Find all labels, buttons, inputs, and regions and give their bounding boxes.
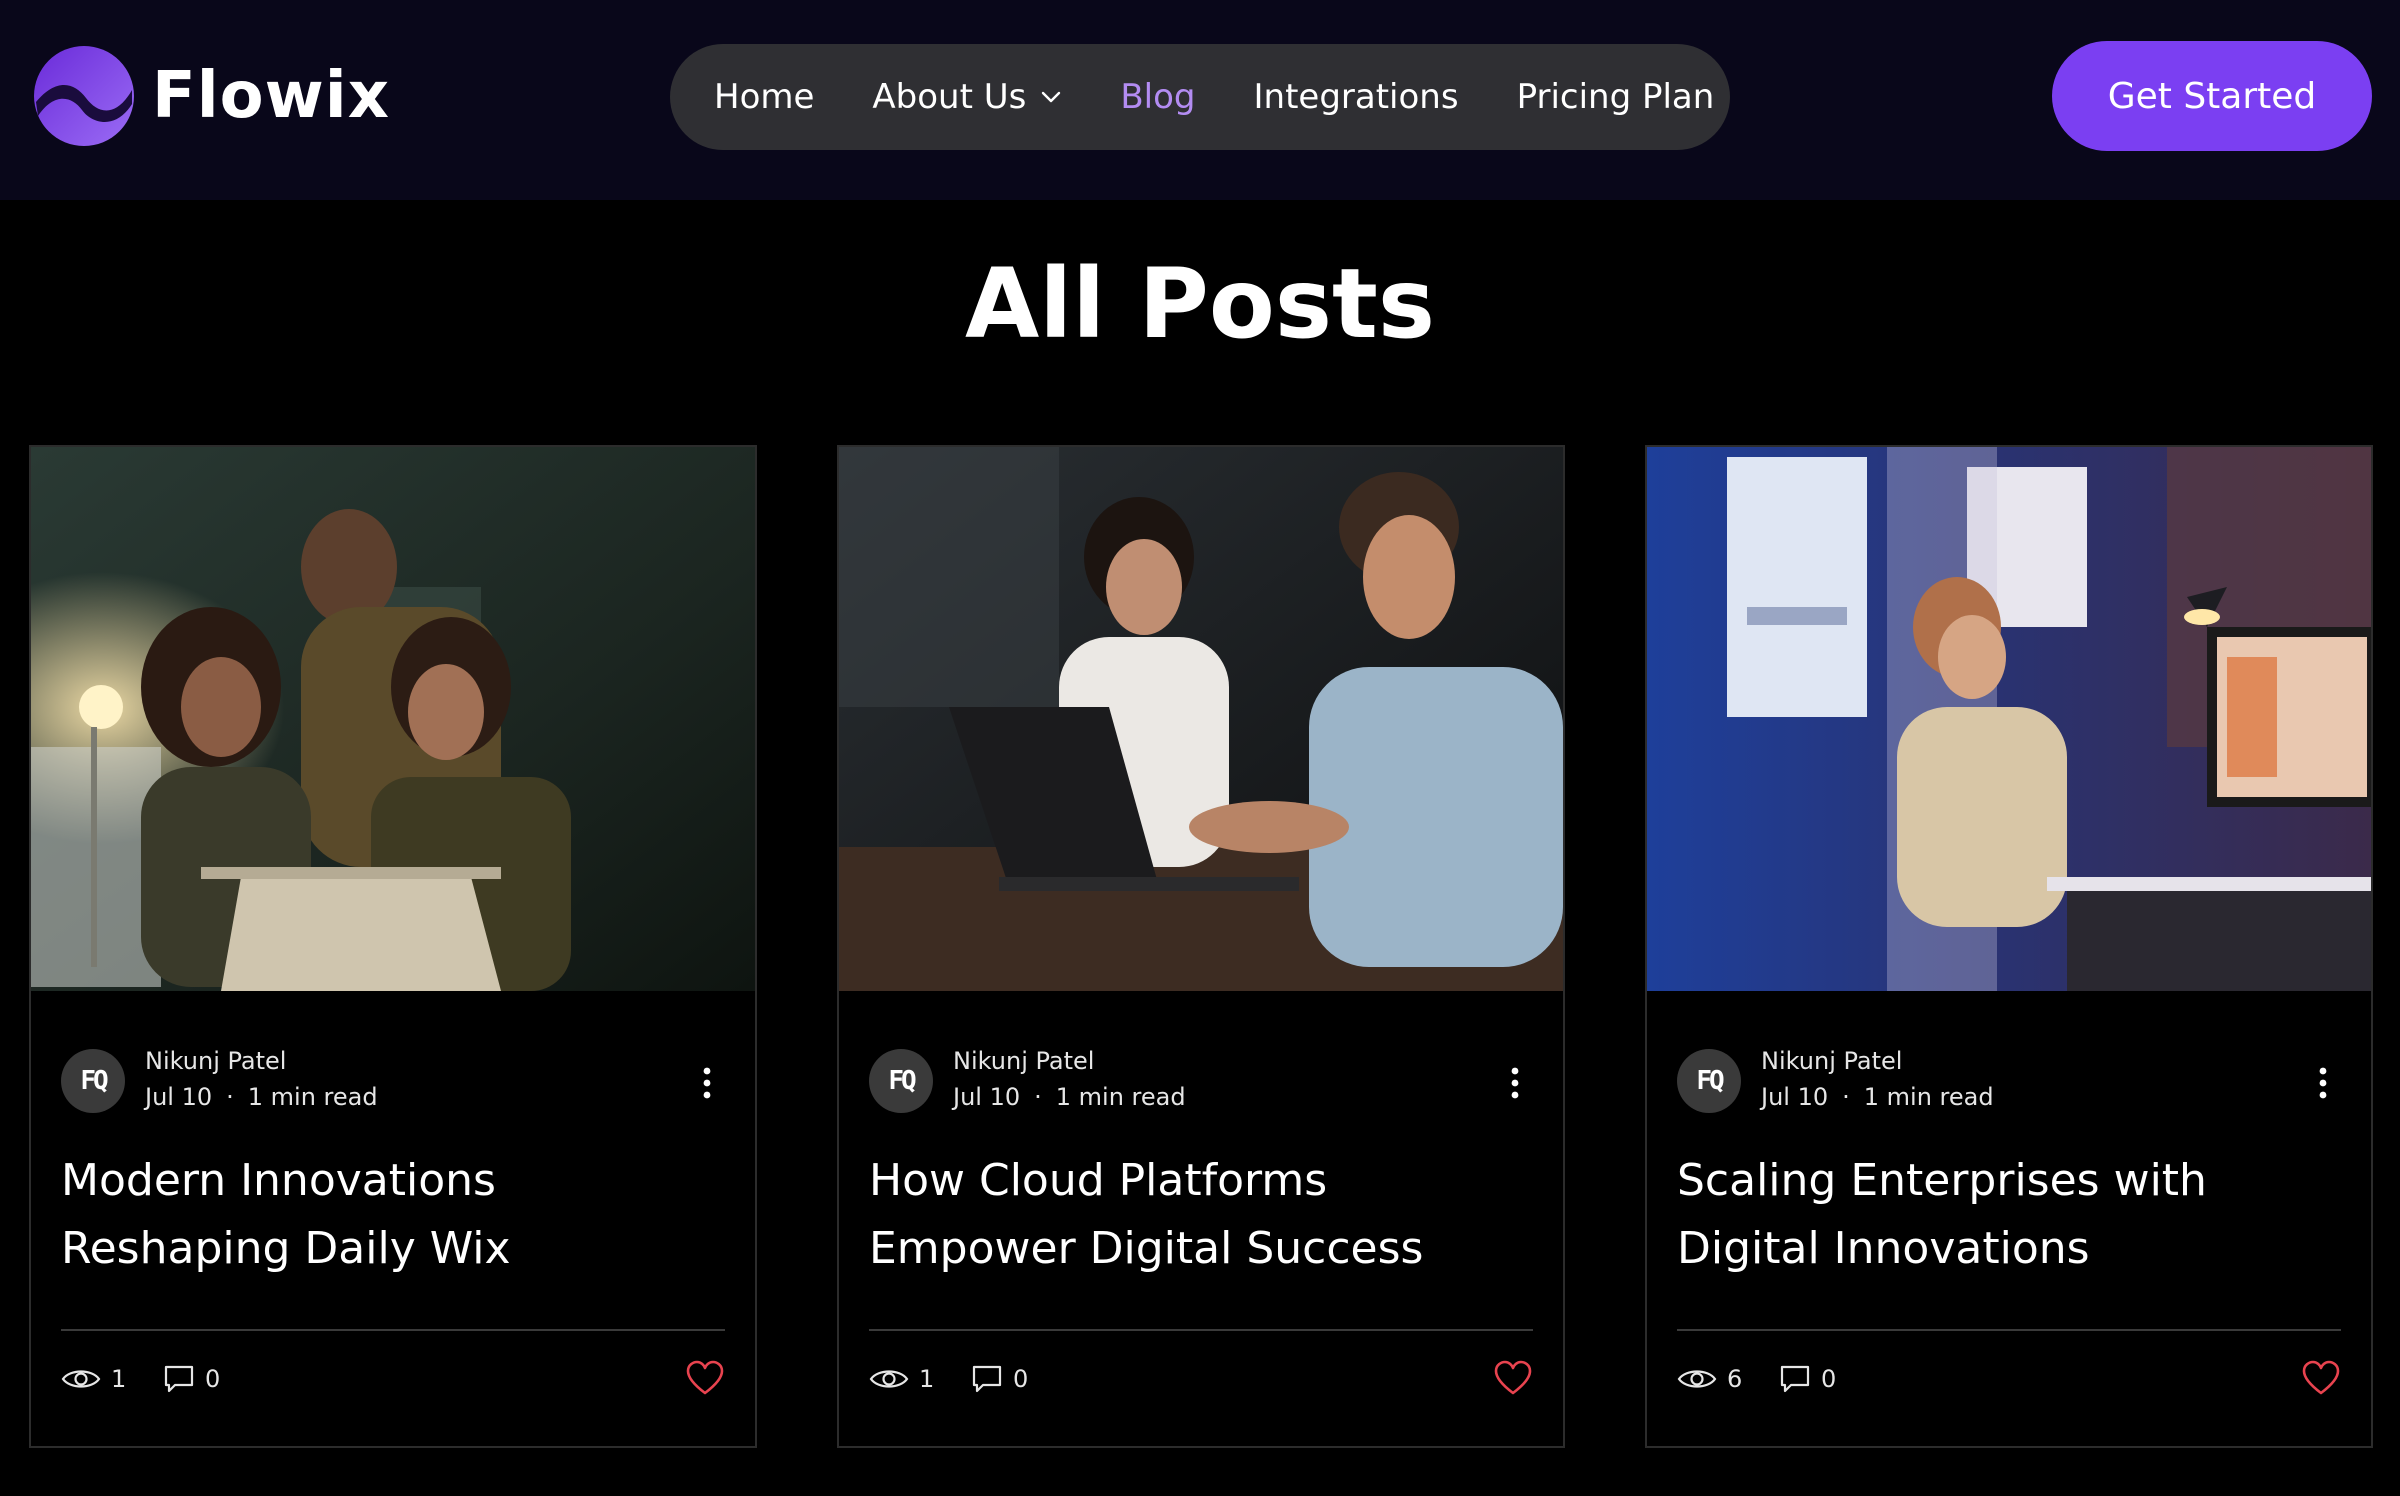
separator-dot-icon: · [1034, 1083, 1042, 1111]
nav-item-label: Home [714, 77, 815, 117]
views-count: 1 [919, 1365, 935, 1393]
post-meta: FQ Nikunj Patel Jul 10 · 1 min read [869, 1047, 1533, 1119]
author-name[interactable]: Nikunj Patel [953, 1047, 1094, 1075]
heart-icon[interactable] [2301, 1359, 2341, 1399]
divider [1677, 1329, 2341, 1331]
views-count: 1 [111, 1365, 127, 1393]
post-card[interactable]: FQ Nikunj Patel Jul 10 · 1 min read How Cl… [837, 445, 1565, 1448]
post-card[interactable]: FQ Nikunj Patel Jul 10 · 1 min read Scalin… [1645, 445, 2373, 1448]
comment-icon [972, 1365, 1002, 1393]
nav-item-label: Pricing Plan [1516, 77, 1715, 117]
brand-logo[interactable]: Flowix [30, 42, 390, 150]
post-cover-image[interactable] [839, 447, 1563, 991]
comment-icon [1780, 1365, 1810, 1393]
comments-count: 0 [1821, 1365, 1837, 1393]
nav-item-label: Integrations [1253, 77, 1459, 117]
nav-item-label: About Us [872, 77, 1027, 117]
author-name[interactable]: Nikunj Patel [145, 1047, 286, 1075]
nav-item-label: Blog [1120, 77, 1196, 117]
comments-stat[interactable]: 0 [1779, 1359, 1836, 1399]
page-title: All Posts [964, 248, 1435, 360]
more-options-icon[interactable] [2313, 1063, 2333, 1103]
comment-icon [164, 1365, 194, 1393]
post-stats: 1 0 [869, 1359, 1533, 1409]
author-name[interactable]: Nikunj Patel [1761, 1047, 1902, 1075]
divider [869, 1329, 1533, 1331]
post-date: Jul 10 [145, 1083, 213, 1111]
eye-icon [61, 1370, 101, 1388]
post-card[interactable]: FQ Nikunj Patel Jul 10 · 1 min read Modern… [29, 445, 757, 1448]
read-time: 1 min read [1863, 1083, 1994, 1111]
post-stats: 1 0 [61, 1359, 725, 1409]
more-options-icon[interactable] [1505, 1063, 1525, 1103]
post-title[interactable]: How Cloud Platforms Empower Digital Succ… [869, 1147, 1537, 1283]
post-date: Jul 10 [1761, 1083, 1829, 1111]
post-meta: FQ Nikunj Patel Jul 10 · 1 min read [1677, 1047, 2341, 1119]
nav-item-integrations[interactable]: Integrations [1254, 77, 1459, 117]
get-started-button[interactable]: Get Started [2052, 41, 2372, 151]
flowix-logo-icon [34, 46, 134, 146]
chevron-down-icon [1042, 91, 1061, 103]
divider [61, 1329, 725, 1331]
author-avatar[interactable]: FQ [1677, 1049, 1741, 1113]
woman-at-monitor-photo-icon [1647, 447, 2371, 991]
views-stat: 1 [61, 1359, 126, 1399]
nav-item-home[interactable]: Home [714, 77, 814, 117]
brand-name: Flowix [152, 59, 390, 133]
main-nav: Home About Us Blog Integrations Pricing … [670, 44, 1730, 150]
heart-icon[interactable] [1493, 1359, 1533, 1399]
read-time: 1 min read [247, 1083, 378, 1111]
heart-icon[interactable] [685, 1359, 725, 1399]
comments-stat[interactable]: 0 [971, 1359, 1028, 1399]
nav-item-pricing-plan[interactable]: Pricing Plan [1517, 77, 1715, 117]
views-stat: 1 [869, 1359, 934, 1399]
eye-icon [1677, 1370, 1717, 1388]
separator-dot-icon: · [1842, 1083, 1850, 1111]
post-dateline: Jul 10 · 1 min read [953, 1083, 1186, 1111]
site-header: Flowix Home About Us Blog Integrations P… [0, 0, 2400, 200]
team-at-laptop-photo-icon [31, 447, 755, 991]
comments-count: 0 [205, 1365, 221, 1393]
post-cover-image[interactable] [31, 447, 755, 991]
read-time: 1 min read [1055, 1083, 1186, 1111]
post-cover-image[interactable] [1647, 447, 2371, 991]
nav-item-blog[interactable]: Blog [1120, 77, 1195, 117]
views-stat: 6 [1677, 1359, 1742, 1399]
author-avatar[interactable]: FQ [869, 1049, 933, 1113]
comments-stat[interactable]: 0 [163, 1359, 220, 1399]
post-title[interactable]: Modern Innovations Reshaping Daily Wix [61, 1147, 729, 1283]
views-count: 6 [1727, 1365, 1743, 1393]
post-date: Jul 10 [953, 1083, 1021, 1111]
post-dateline: Jul 10 · 1 min read [1761, 1083, 1994, 1111]
two-people-night-laptop-photo-icon [839, 447, 1563, 991]
post-stats: 6 0 [1677, 1359, 2341, 1409]
post-dateline: Jul 10 · 1 min read [145, 1083, 378, 1111]
post-title[interactable]: Scaling Enterprises with Digital Innovat… [1677, 1147, 2345, 1283]
eye-icon [869, 1370, 909, 1388]
nav-item-about-us[interactable]: About Us [872, 77, 1062, 117]
author-avatar[interactable]: FQ [61, 1049, 125, 1113]
more-options-icon[interactable] [697, 1063, 717, 1103]
post-meta: FQ Nikunj Patel Jul 10 · 1 min read [61, 1047, 725, 1119]
comments-count: 0 [1013, 1365, 1029, 1393]
separator-dot-icon: · [226, 1083, 234, 1111]
